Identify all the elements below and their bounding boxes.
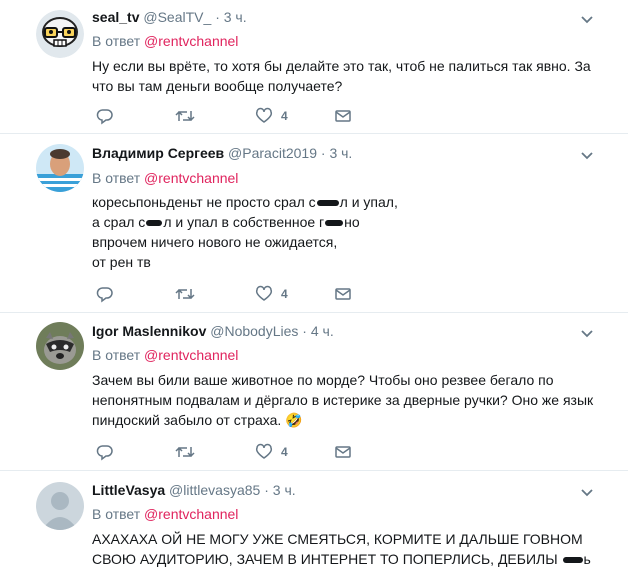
censor-scribble — [562, 557, 583, 564]
display-name[interactable]: Владимир Сергеев — [92, 145, 224, 161]
timestamp[interactable]: 3 ч. — [329, 145, 352, 161]
reply-prefix: В ответ — [92, 506, 141, 522]
retweet-icon — [175, 446, 195, 458]
envelope-icon — [335, 446, 351, 458]
reply-mention-link[interactable]: @rentvchannel — [144, 347, 238, 363]
tweet-text: коресьпоньденьт не просто срал сл и упал… — [92, 192, 602, 272]
reply-context: В ответ @rentvchannel — [92, 506, 238, 522]
tweet-actions: 4 — [92, 106, 362, 126]
text-line: впрочем ничего нового не ожидается, — [92, 234, 338, 250]
separator-dot: · — [264, 482, 269, 498]
chevron-down-icon[interactable] — [580, 12, 594, 26]
reply-icon — [96, 109, 113, 125]
tweet-actions: 4 — [92, 442, 362, 462]
envelope-icon — [335, 288, 351, 300]
tweet-text: Ну если вы врёте, то хотя бы делайте это… — [92, 56, 602, 96]
display-name[interactable]: LittleVasya — [92, 482, 165, 498]
message-button[interactable] — [334, 106, 352, 126]
user-handle[interactable]: @littlevasya85 — [169, 482, 260, 498]
reply-prefix: В ответ — [92, 33, 141, 49]
text-line: а срал сл и упал в собственное г но — [92, 214, 360, 230]
separator-dot: · — [215, 9, 220, 25]
reply-context: В ответ @rentvchannel — [92, 170, 238, 186]
text-line: что вы там деньги вообще получаете? — [92, 78, 343, 94]
timestamp[interactable]: 3 ч. — [273, 482, 296, 498]
tweet-actions: 4 — [92, 284, 362, 304]
reply-icon — [96, 445, 113, 461]
display-name[interactable]: Igor Maslennikov — [92, 323, 206, 339]
text-line: Зачем вы били ваше животное по морде? Чт… — [92, 372, 554, 388]
display-name[interactable]: seal_tv — [92, 9, 139, 25]
tweet-3[interactable]: Igor Maslennikov @NobodyLies · 4 ч. В от… — [0, 313, 628, 471]
like-button[interactable]: 4 — [255, 284, 288, 304]
avatar[interactable] — [36, 144, 84, 192]
reply-prefix: В ответ — [92, 170, 141, 186]
avatar[interactable] — [36, 10, 84, 58]
tweet-4[interactable]: LittleVasya @littlevasya85 · 3 ч. В отве… — [0, 471, 628, 572]
separator-dot: · — [320, 145, 326, 161]
timestamp[interactable]: 3 ч. — [224, 9, 247, 25]
chevron-down-icon[interactable] — [580, 148, 594, 162]
tweet-2[interactable]: Владимир Сергеев @Paracit2019 · 3 ч. В о… — [0, 134, 628, 313]
like-count: 4 — [281, 109, 288, 123]
chevron-down-icon[interactable] — [580, 485, 594, 499]
reply-mention-link[interactable]: @rentvchannel — [144, 506, 238, 522]
separator-dot: · — [302, 323, 307, 339]
retweet-icon — [175, 110, 195, 122]
text-line: АХАХАХА ОЙ НЕ МОГУ УЖЕ СМЕЯТЬСЯ, КОРМИТЕ… — [92, 531, 583, 547]
laughing-emoji: 🤣 — [285, 412, 303, 428]
reply-button[interactable] — [96, 106, 114, 126]
heart-icon — [255, 285, 273, 301]
tweet-1[interactable]: seal_tv @SealTV_ · 3 ч. В ответ @rentvch… — [0, 0, 628, 134]
user-handle[interactable]: @SealTV_ — [143, 9, 211, 25]
reply-prefix: В ответ — [92, 347, 141, 363]
text-line: Ну если вы врёте, то хотя бы делайте это… — [92, 58, 591, 74]
text-line: коресьпоньденьт не просто срал сл и упал… — [92, 194, 398, 210]
retweet-button[interactable] — [175, 106, 195, 126]
tweet-header: seal_tv @SealTV_ · 3 ч. — [92, 9, 247, 25]
heart-icon — [255, 443, 273, 459]
tweet-header: Владимир Сергеев @Paracit2019 · 3 ч. — [92, 145, 352, 161]
reply-context: В ответ @rentvchannel — [92, 347, 238, 363]
text-line: СВОЮ АУДИТОРИЮ, ЗАЧЕМ В ИНТЕРНЕТ ТО ПОПЕ… — [92, 551, 591, 567]
envelope-icon — [335, 110, 351, 122]
user-handle[interactable]: @NobodyLies — [210, 323, 298, 339]
message-button[interactable] — [334, 284, 352, 304]
retweet-icon — [175, 288, 195, 300]
reply-icon — [96, 287, 113, 303]
censor-scribble — [325, 220, 344, 227]
reply-context: В ответ @rentvchannel — [92, 33, 238, 49]
reply-mention-link[interactable]: @rentvchannel — [144, 33, 238, 49]
tweet-header: LittleVasya @littlevasya85 · 3 ч. — [92, 482, 296, 498]
retweet-button[interactable] — [175, 284, 195, 304]
tweet-text: Зачем вы били ваше животное по морде? Чт… — [92, 370, 602, 430]
text-line: пиндоский забыло от страха. 🤣 — [92, 412, 303, 428]
tweet-text: АХАХАХА ОЙ НЕ МОГУ УЖЕ СМЕЯТЬСЯ, КОРМИТЕ… — [92, 529, 602, 569]
censor-scribble — [146, 220, 163, 227]
tweet-header: Igor Maslennikov @NobodyLies · 4 ч. — [92, 323, 334, 339]
like-count: 4 — [281, 445, 288, 459]
text-line: от рен тв — [92, 254, 151, 270]
like-count: 4 — [281, 287, 288, 301]
avatar[interactable] — [36, 482, 84, 530]
like-button[interactable]: 4 — [255, 442, 288, 462]
retweet-button[interactable] — [175, 442, 195, 462]
like-button[interactable]: 4 — [255, 106, 288, 126]
avatar[interactable] — [36, 322, 84, 370]
censor-scribble — [316, 200, 339, 207]
reply-button[interactable] — [96, 442, 114, 462]
reply-mention-link[interactable]: @rentvchannel — [144, 170, 238, 186]
reply-button[interactable] — [96, 284, 114, 304]
message-button[interactable] — [334, 442, 352, 462]
text-line: непонятным подвалам и дёргало в истерике… — [92, 392, 594, 408]
chevron-down-icon[interactable] — [580, 326, 594, 340]
heart-icon — [255, 107, 273, 123]
timestamp[interactable]: 4 ч. — [311, 323, 334, 339]
user-handle[interactable]: @Paracit2019 — [228, 145, 317, 161]
